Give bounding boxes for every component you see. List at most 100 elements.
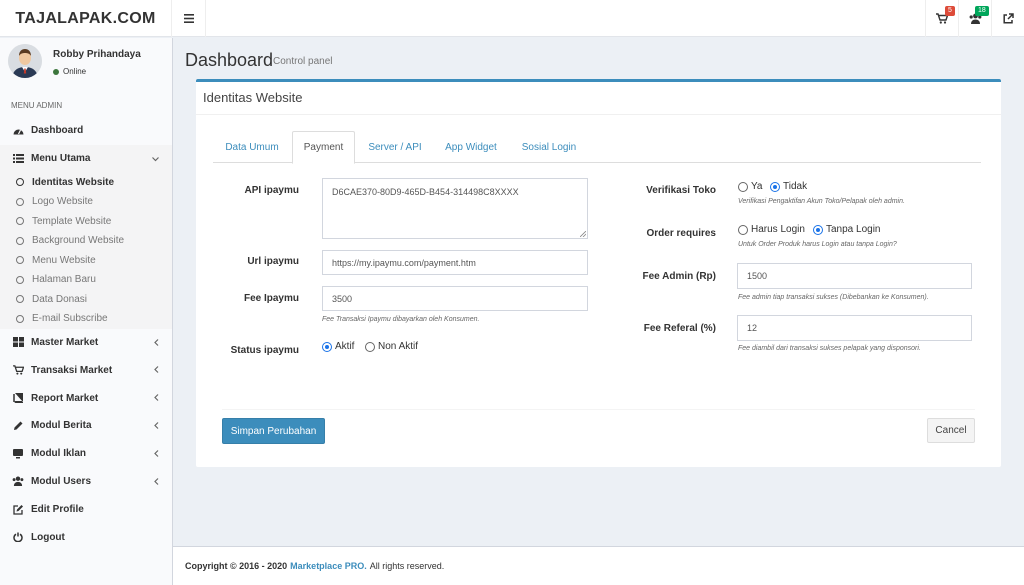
fee-referal-field[interactable]: 12 [737,315,972,341]
resize-handle-icon[interactable] [580,231,586,237]
circle-icon [16,178,24,187]
sidebar-item-report-market[interactable]: Report Market [0,384,172,412]
sidebar-subitem-email-subscribe[interactable]: E-mail Subscribe [0,309,172,329]
tab-app-widget[interactable]: App Widget [433,131,509,163]
radio-label: Tidak [783,181,808,192]
fee-referal-help: Fee diambil dari transaksi sukses pelapa… [738,345,921,352]
tab-sosial-login[interactable]: Sosial Login [509,131,589,163]
radio-label: Ya [751,181,763,192]
tab-payment[interactable]: Payment [292,131,355,164]
chevron-left-icon [154,338,159,349]
sidebar-toggle-button[interactable] [172,0,206,37]
sidebar-subitem-template-website[interactable]: Template Website [0,212,172,232]
radio-label: Non Aktif [378,341,419,352]
sidebar-subitem-label: Halaman Baru [32,274,96,286]
hamburger-icon [183,14,194,23]
page-title: Dashboard [185,50,274,70]
save-button[interactable]: Simpan Perubahan [222,418,325,444]
fee-admin-help: Fee admin tiap transaksi sukses (Dibeban… [738,294,929,301]
sidebar-subitem-data-donasi[interactable]: Data Donasi [0,290,172,310]
tab-server-api[interactable]: Server / API [357,131,433,163]
status-non-aktif-radio[interactable]: Non Aktif [365,341,418,352]
box-title: Identitas Website [203,90,303,105]
status-aktif-radio[interactable]: Aktif [322,341,354,352]
form-divider [222,409,975,410]
cart-badge: 5 [945,6,955,16]
sidebar-subitem-label: Identitas Website [32,176,115,188]
circle-icon [16,217,24,226]
power-icon [12,532,24,543]
circle-icon [16,236,24,245]
sidebar-subitem-identitas-website[interactable]: Identitas Website [0,173,172,193]
sidebar-item-modul-users[interactable]: Modul Users [0,468,172,496]
radio-label: Aktif [335,341,355,352]
cancel-button[interactable]: Cancel [927,418,975,443]
verifikasi-ya-radio[interactable]: Ya [738,181,763,192]
sidebar-item-logout[interactable]: Logout [0,523,172,551]
chevron-left-icon [154,421,159,432]
url-ipaymu-field[interactable]: https://my.ipaymu.com/payment.htm [322,250,588,275]
topbar-actions: 5 18 [925,0,1024,37]
url-ipaymu-label: Url ipaymu [247,256,299,267]
api-ipaymu-textarea[interactable]: D6CAE370-80D9-465D-B454-314498C8XXXX [322,178,588,239]
sidebar-subitem-label: Data Donasi [32,293,88,305]
verifikasi-toko-label: Verifikasi Toko [646,185,716,196]
fee-ipaymu-help: Fee Transaksi Ipaymu dibayarkan oleh Kon… [322,316,480,323]
pencil-icon [12,421,24,431]
fee-admin-label: Fee Admin (Rp) [642,271,716,282]
site-logo[interactable]: TAJALAPAK.COM [0,0,172,37]
api-ipaymu-label: API ipaymu [244,185,299,196]
sidebar: Robby Prihandaya Online MENU ADMIN Dashb… [0,38,173,585]
sidebar-item-label: Logout [31,531,65,543]
radio-checked-icon [322,341,332,352]
sidebar-item-label: Transaksi Market [31,364,113,376]
users-button[interactable]: 18 [958,0,991,37]
sidebar-item-label: Modul Berita [31,420,92,432]
identitas-website-box: Identitas Website Data Umum Payment Serv… [196,79,1001,467]
sidebar-subitem-halaman-baru[interactable]: Halaman Baru [0,270,172,290]
fee-ipaymu-field[interactable]: 3500 [322,286,588,311]
cart-button[interactable]: 5 [925,0,958,37]
sidebar-subitem-label: E-mail Subscribe [32,313,108,325]
chevron-left-icon [154,477,159,488]
sidebar-item-dashboard[interactable]: Dashboard [0,117,172,145]
footer: Copyright © 2016 - 2020 Marketplace PRO.… [173,546,1024,585]
circle-icon [16,295,24,304]
sidebar-item-menu-utama[interactable]: Menu Utama [0,144,172,173]
list-icon [12,154,24,164]
sidebar-subitem-logo-website[interactable]: Logo Website [0,192,172,212]
sidebar-item-label: Modul Iklan [31,448,86,460]
footer-rights: All rights reserved. [369,561,445,571]
grid-icon [12,337,24,348]
fee-ipaymu-label: Fee Ipaymu [243,293,299,304]
sidebar-subitem-label: Template Website [32,215,112,227]
external-link-button[interactable] [991,0,1024,37]
verifikasi-tidak-radio[interactable]: Tidak [770,181,807,192]
radio-checked-icon [813,224,823,235]
users-badge: 18 [975,6,989,16]
sidebar-item-edit-profile[interactable]: Edit Profile [0,495,172,523]
sidebar-item-label: Modul Users [31,475,92,487]
chevron-left-icon [154,365,159,376]
circle-icon [16,275,24,284]
user-panel: Robby Prihandaya Online [0,38,172,90]
footer-brand-link[interactable]: Marketplace PRO. [290,561,367,571]
radio-unchecked-icon [738,224,748,235]
order-harus-login-radio[interactable]: Harus Login [738,224,805,235]
menu-utama-submenu: Identitas Website Logo Website Template … [0,172,172,329]
users-icon [12,476,24,487]
order-requires-label: Order requires [646,228,716,239]
user-status-label: Online [63,67,87,76]
order-tanpa-login-radio[interactable]: Tanpa Login [813,224,881,235]
fee-admin-field[interactable]: 1500 [737,263,972,289]
order-requires-help: Untuk Order Produk harus Login atau tanp… [738,241,897,248]
sidebar-item-modul-iklan[interactable]: Modul Iklan [0,440,172,468]
sidebar-item-modul-berita[interactable]: Modul Berita [0,412,172,440]
sidebar-item-transaksi-market[interactable]: Transaksi Market [0,356,172,384]
tab-data-umum[interactable]: Data Umum [213,131,291,163]
sidebar-subitem-label: Logo Website [32,196,93,208]
sidebar-item-master-market[interactable]: Master Market [0,329,172,357]
sidebar-subitem-background-website[interactable]: Background Website [0,231,172,251]
circle-icon [16,256,24,265]
sidebar-subitem-menu-website[interactable]: Menu Website [0,251,172,271]
